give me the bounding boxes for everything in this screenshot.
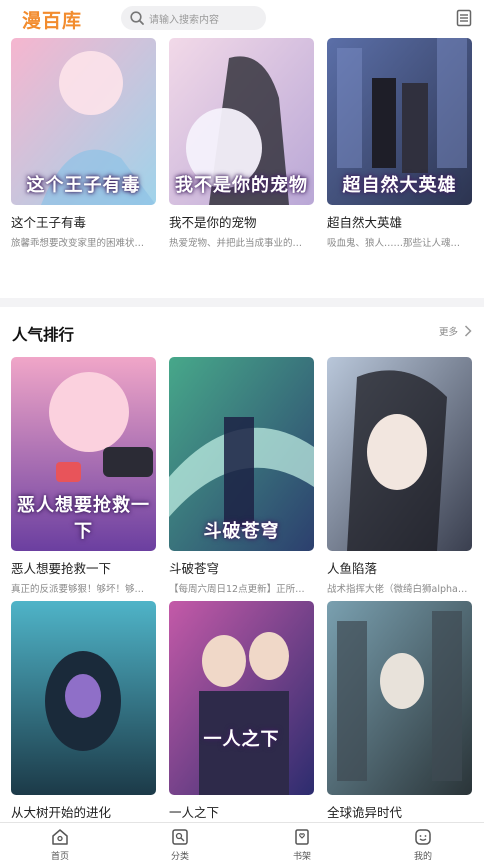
bookshelf-icon [295, 829, 309, 845]
comic-title: 人鱼陷落 [327, 561, 378, 576]
tab-category[interactable]: 分类 [150, 827, 210, 862]
tab-mine[interactable]: 我的 [393, 827, 453, 862]
search-placeholder: 请输入搜索内容 [149, 15, 219, 26]
comic-title: 恶人想要抢救一下 [11, 561, 112, 576]
cover-title: 超自然大英雄 [342, 175, 457, 196]
comic-card[interactable]: 从大树开始的进化 [11, 601, 156, 821]
tab-label: 我的 [413, 852, 432, 862]
comic-cover[interactable]: 恶人想要抢救一下 [11, 357, 156, 551]
comic-cover[interactable]: 超自然大英雄 [327, 38, 472, 205]
comic-title: 我不是你的宠物 [169, 215, 257, 230]
comic-desc: 战术指挥大佬（微绮白狮alpha… [327, 584, 468, 595]
cover-art [327, 601, 472, 795]
tab-label: 书架 [292, 852, 311, 862]
header: 漫百库 请输入搜索内容 [0, 0, 484, 38]
more-link[interactable]: 更多 [439, 324, 472, 338]
comic-desc: 【每周六周日12点更新】正所… [169, 584, 305, 595]
comic-title: 超自然大英雄 [327, 215, 403, 230]
comic-title: 这个王子有毒 [11, 215, 87, 230]
search-icon [130, 11, 144, 25]
comic-desc: 真正的反派要够狠！够坏！够… [11, 584, 145, 595]
comic-card[interactable]: 超自然大英雄 超自然大英雄 吸血鬼、狼人……那些让人魂… [327, 38, 472, 249]
comic-desc: 热爱宠物、并把此当成事业的… [169, 238, 303, 249]
comic-cover[interactable]: 一人之下 [169, 601, 314, 795]
comic-card[interactable]: 恶人想要抢救一下 恶人想要抢救一下 真正的反派要够狠！够坏！够… [11, 357, 156, 595]
comic-card[interactable]: 一人之下 一人之下 [169, 601, 314, 821]
tab-label: 分类 [170, 852, 189, 862]
popular-section: 人气排行 更多 恶人想要抢救一下 恶人想要抢救一下 真正的反派要够狠！够坏！够… [0, 307, 484, 827]
history-book-icon[interactable] [456, 9, 472, 27]
home-icon [52, 829, 68, 845]
comic-card[interactable]: 这个王子有毒 这个王子有毒 旅馨乖想要改变家里的困难状… [11, 38, 156, 249]
comic-card[interactable]: 斗破苍穹 斗破苍穹 【每周六周日12点更新】正所… [169, 357, 314, 595]
comic-card[interactable]: 人鱼陷落 战术指挥大佬（微绮白狮alpha… [327, 357, 472, 595]
tab-label: 首页 [50, 852, 69, 862]
more-label: 更多 [438, 327, 458, 338]
tab-home[interactable]: 首页 [30, 827, 90, 862]
cover-title: 我不是你的宠物 [175, 175, 308, 196]
comic-cover[interactable] [327, 357, 472, 551]
comic-desc: 吸血鬼、狼人……那些让人魂… [327, 238, 461, 249]
comic-cover[interactable]: 我不是你的宠物 [169, 38, 314, 205]
tab-bookshelf[interactable]: 书架 [272, 827, 332, 862]
app-logo[interactable]: 漫百库 [22, 6, 82, 33]
comic-title: 斗破苍穹 [169, 561, 220, 576]
comic-title: 从大树开始的进化 [11, 805, 112, 820]
comic-cover[interactable]: 斗破苍穹 [169, 357, 314, 551]
chevron-right-icon [464, 325, 472, 337]
cover-art [11, 601, 156, 795]
search-input[interactable]: 请输入搜索内容 [121, 6, 266, 30]
recommend-section: 这个王子有毒 这个王子有毒 旅馨乖想要改变家里的困难状… 我不是你的宠物 我不是… [0, 38, 484, 298]
comic-desc: 旅馨乖想要改变家里的困难状… [11, 238, 145, 249]
cover-art [327, 357, 472, 551]
bottom-tab-bar: 首页 分类 书架 我的 [0, 822, 484, 862]
comic-cover[interactable] [11, 601, 156, 795]
comic-card[interactable]: 全球诡异时代 [327, 601, 472, 821]
comic-title: 全球诡异时代 [327, 805, 403, 820]
cover-title: 这个王子有毒 [26, 175, 141, 196]
profile-face-icon [415, 829, 431, 845]
comic-cover[interactable]: 这个王子有毒 [11, 38, 156, 205]
category-icon [172, 829, 188, 845]
cover-title: 恶人想要抢救一下 [17, 495, 150, 542]
comic-title: 一人之下 [169, 805, 220, 820]
cover-title: 斗破苍穹 [203, 521, 280, 542]
cover-title: 一人之下 [203, 729, 280, 750]
cover-art [169, 601, 314, 795]
comic-card[interactable]: 我不是你的宠物 我不是你的宠物 热爱宠物、并把此当成事业的… [169, 38, 314, 249]
section-title: 人气排行 [12, 326, 75, 344]
comic-cover[interactable] [327, 601, 472, 795]
